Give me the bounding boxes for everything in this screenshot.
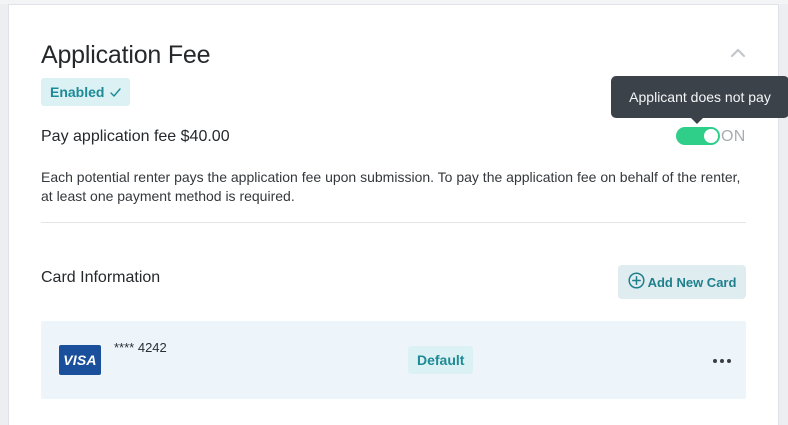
tooltip-text: Applicant does not pay bbox=[629, 89, 771, 105]
more-options-button[interactable] bbox=[710, 351, 734, 371]
section-title: Application Fee bbox=[41, 41, 211, 69]
add-new-card-label: Add New Card bbox=[647, 274, 737, 290]
more-horizontal-icon bbox=[727, 359, 731, 363]
status-badge-label: Enabled bbox=[50, 84, 105, 100]
fee-label: Pay application fee $40.00 bbox=[41, 128, 230, 145]
more-horizontal-icon bbox=[720, 359, 724, 363]
application-fee-panel: Application Fee Enabled Pay application … bbox=[8, 4, 788, 425]
card-info-heading: Card Information bbox=[41, 269, 161, 286]
toggle-tooltip: Applicant does not pay bbox=[611, 76, 788, 124]
chevron-up-icon bbox=[730, 48, 746, 58]
default-badge: Default bbox=[408, 346, 474, 374]
plus-circle-icon bbox=[628, 272, 645, 292]
collapse-button[interactable] bbox=[730, 45, 746, 61]
visa-logo-icon: VISA bbox=[59, 345, 101, 375]
tooltip-arrow bbox=[691, 118, 703, 124]
pay-fee-toggle[interactable] bbox=[676, 127, 720, 145]
card-number: **** 4242 bbox=[114, 340, 167, 355]
check-icon bbox=[110, 84, 122, 100]
add-new-card-button[interactable]: Add New Card bbox=[618, 265, 746, 299]
toggle-state-label: ON bbox=[721, 128, 746, 145]
page-background: Application Fee Enabled Pay application … bbox=[0, 4, 788, 425]
section-divider bbox=[41, 222, 746, 223]
toggle-knob bbox=[704, 129, 718, 143]
status-badge: Enabled bbox=[41, 78, 131, 106]
payment-method-row: VISA **** 4242 Default bbox=[41, 321, 746, 399]
more-horizontal-icon bbox=[713, 359, 717, 363]
fee-description: Each potential renter pays the applicati… bbox=[41, 169, 741, 204]
